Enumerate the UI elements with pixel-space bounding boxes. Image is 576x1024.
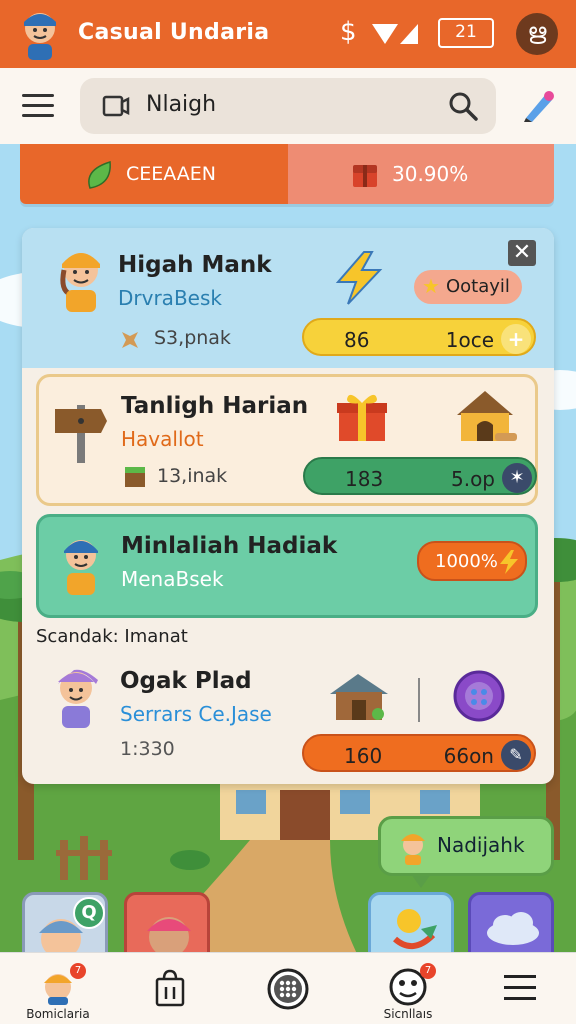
quest-card[interactable]: Ogak Plad Serrars Ce.Jase 1:330 160 66on… xyxy=(22,652,554,776)
quest-meta: 1:330 xyxy=(120,738,175,760)
item-tile[interactable] xyxy=(468,892,554,956)
plus-icon[interactable]: + xyxy=(501,324,531,354)
close-icon[interactable]: ✕ xyxy=(508,240,536,266)
progress-bar[interactable]: 183 5.op ✶ xyxy=(303,457,537,495)
quest-subtitle: Havallot xyxy=(121,427,204,451)
reward-pill-label: Ootayil xyxy=(446,276,510,297)
fence xyxy=(56,836,112,880)
quest-card[interactable]: Minlaliah Hadiak MenaBsek 1000% xyxy=(36,514,538,618)
search-icon[interactable] xyxy=(448,91,478,121)
worker-avatar-icon xyxy=(64,540,98,595)
progress-value-right: 5.op xyxy=(450,467,495,491)
quest-title: Tanligh Harian xyxy=(121,393,309,419)
progress-bar[interactable]: 86 1oce + xyxy=(302,318,536,356)
quest-panel: Higah Mank DrvraBesk S3,pnak ★ Ootayil 8… xyxy=(22,228,554,784)
percent-pill-label: 1000% xyxy=(435,551,498,572)
quest-card[interactable]: Higah Mank DrvraBesk S3,pnak ★ Ootayil 8… xyxy=(22,228,554,368)
category-tab-left[interactable]: CEEAAEN xyxy=(20,144,288,204)
progress-value-left: 160 xyxy=(344,744,383,768)
progress-value-left: 183 xyxy=(345,467,384,491)
search-input[interactable]: Nlaigh xyxy=(80,78,496,134)
nav-item-shop[interactable] xyxy=(130,961,210,1021)
nav-item-dial[interactable] xyxy=(248,961,328,1021)
tile-badge: Q xyxy=(73,897,105,929)
gift-icon xyxy=(337,394,387,441)
gem-button-icon xyxy=(453,670,505,722)
section-label: Scandak: Imanat xyxy=(36,626,188,647)
item-tile[interactable] xyxy=(368,892,454,956)
character-tile[interactable]: Q xyxy=(22,892,108,956)
character-face-icon xyxy=(147,917,191,953)
treasure-box-icon xyxy=(353,165,377,187)
notification-badge: 7 xyxy=(70,963,86,979)
document-icon xyxy=(102,95,130,117)
search-bar: Nlaigh xyxy=(0,68,576,144)
quest-title: Higah Mank xyxy=(118,252,272,278)
category-strip: CEEAAEN 30.90% xyxy=(20,144,554,204)
leaf-icon xyxy=(88,161,111,189)
girl-avatar-icon xyxy=(58,669,98,728)
app-bar: Casual Undaria $ 21 ഋ xyxy=(0,0,576,68)
app-title: Casual Undaria xyxy=(78,20,270,45)
quest-subtitle: MenaBsek xyxy=(121,567,224,591)
character-tile[interactable] xyxy=(124,892,210,956)
mascot-logo-icon xyxy=(24,13,56,60)
mini-mascot-icon xyxy=(401,834,425,865)
shopping-bag-icon xyxy=(155,969,185,1007)
pencil-icon[interactable] xyxy=(518,86,558,126)
notification-badge: 7 xyxy=(420,963,436,979)
percent-pill[interactable]: 1000% xyxy=(417,541,527,581)
menu-icon xyxy=(504,975,536,1000)
nav-item-menu[interactable] xyxy=(480,961,560,1021)
quest-subtitle: DrvraBesk xyxy=(118,286,222,310)
quest-meta: 13,inak xyxy=(157,465,228,487)
progress-value-right: 1oce xyxy=(445,328,494,352)
profile-avatar[interactable]: ഋ xyxy=(516,13,558,55)
bolt-icon xyxy=(500,550,518,574)
nav-item-home[interactable]: 7 Bomiclaria xyxy=(18,961,98,1021)
dog-house-icon xyxy=(457,391,517,441)
category-tab-right[interactable]: 30.90% xyxy=(288,144,554,204)
hint-bubble-label: Nadijahk xyxy=(437,833,525,857)
signpost-icon xyxy=(55,405,107,463)
builder-avatar-icon xyxy=(60,253,100,312)
reward-pill[interactable]: ★ Ootayil xyxy=(414,270,522,304)
progress-value-left: 86 xyxy=(344,328,370,352)
counter-badge[interactable]: 21 xyxy=(438,18,494,48)
flower-icon xyxy=(393,909,437,949)
dial-icon xyxy=(267,968,309,1010)
cabin-icon xyxy=(330,674,388,720)
category-label-right: 30.90% xyxy=(392,162,469,186)
nav-item-social[interactable]: 7 Sicnllaıs xyxy=(368,961,448,1021)
crate-icon xyxy=(125,467,145,487)
quest-title: Minlaliah Hadiak xyxy=(121,533,338,559)
search-value: Nlaigh xyxy=(146,92,217,117)
nav-label: Bomiclaria xyxy=(26,1007,90,1021)
tool-icon[interactable]: ✎ xyxy=(501,740,531,770)
cookie-icon xyxy=(122,332,138,348)
lightning-icon xyxy=(335,251,383,305)
signal-icon xyxy=(372,24,418,44)
progress-value-right: 66on xyxy=(443,744,494,768)
sparkle-icon[interactable]: ✶ xyxy=(502,463,532,493)
nav-label: Sicnllaıs xyxy=(383,1007,433,1021)
bottom-nav: 7 Bomiclaria 7 Sicnllaıs xyxy=(0,952,576,1024)
quest-subtitle: Serrars Ce.Jase xyxy=(120,702,272,726)
star-icon: ★ xyxy=(422,274,440,298)
category-label-left: CEEAAEN xyxy=(126,163,217,185)
progress-bar[interactable]: 160 66on ✎ xyxy=(302,734,536,772)
currency-icon: $ xyxy=(340,17,357,47)
cloud-icon xyxy=(487,912,539,945)
quest-title: Ogak Plad xyxy=(120,668,252,694)
hint-bubble[interactable]: Nadijahk xyxy=(378,816,554,888)
divider xyxy=(418,678,420,722)
quest-card[interactable]: Tanligh Harian Havallot 13,inak 183 5.op… xyxy=(36,374,538,506)
hamburger-menu-button[interactable] xyxy=(22,94,54,118)
quest-meta: S3,pnak xyxy=(154,327,231,349)
